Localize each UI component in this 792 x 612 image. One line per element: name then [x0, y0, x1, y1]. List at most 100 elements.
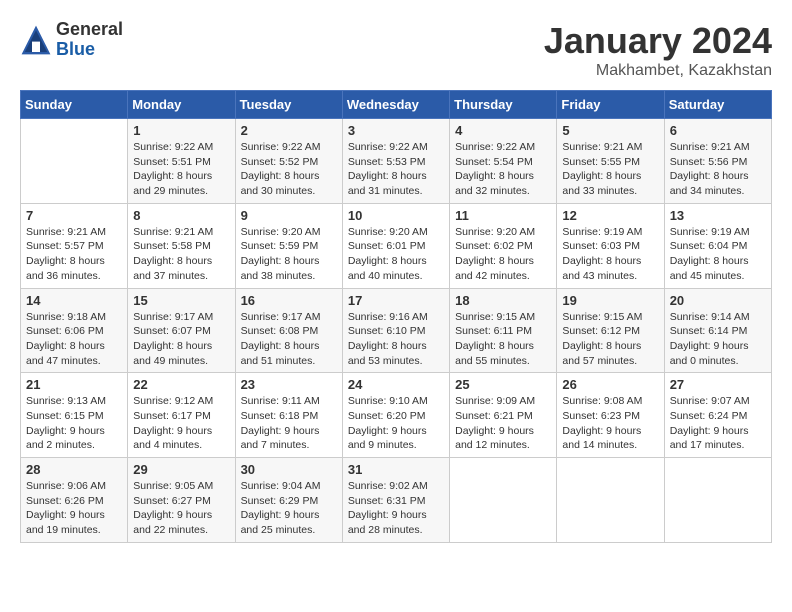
day-info: Sunrise: 9:11 AM Sunset: 6:18 PM Dayligh…: [241, 394, 337, 453]
day-cell: 17Sunrise: 9:16 AM Sunset: 6:10 PM Dayli…: [342, 288, 449, 373]
day-header-saturday: Saturday: [664, 91, 771, 119]
day-number: 21: [26, 377, 122, 392]
day-info: Sunrise: 9:21 AM Sunset: 5:57 PM Dayligh…: [26, 225, 122, 284]
day-header-tuesday: Tuesday: [235, 91, 342, 119]
day-info: Sunrise: 9:14 AM Sunset: 6:14 PM Dayligh…: [670, 310, 766, 369]
logo-icon: [20, 24, 52, 56]
week-row-1: 1 Sunrise: 9:22 AM Sunset: 5:51 PM Daylig…: [21, 119, 772, 204]
day-cell: 7 Sunrise: 9:21 AM Sunset: 5:57 PM Daylig…: [21, 203, 128, 288]
day-info: Sunrise: 9:04 AM Sunset: 6:29 PM Dayligh…: [241, 479, 337, 538]
day-info: Sunrise: 9:06 AM Sunset: 6:26 PM Dayligh…: [26, 479, 122, 538]
calendar-body: 1 Sunrise: 9:22 AM Sunset: 5:51 PM Daylig…: [21, 119, 772, 543]
day-number: 4: [455, 123, 551, 138]
day-number: 2: [241, 123, 337, 138]
day-cell: 21 Sunrise: 9:13 AM Sunset: 6:15 PM Dayli…: [21, 373, 128, 458]
day-info: Sunrise: 9:18 AM Sunset: 6:06 PM Dayligh…: [26, 310, 122, 369]
day-cell: 18 Sunrise: 9:15 AM Sunset: 6:11 PM Dayli…: [450, 288, 557, 373]
day-info: Sunrise: 9:17 AM Sunset: 6:08 PM Dayligh…: [241, 310, 337, 369]
day-number: 10: [348, 208, 444, 223]
day-number: 30: [241, 462, 337, 477]
day-cell: 10Sunrise: 9:20 AM Sunset: 6:01 PM Dayli…: [342, 203, 449, 288]
day-cell: 28 Sunrise: 9:06 AM Sunset: 6:26 PM Dayli…: [21, 458, 128, 543]
day-number: 14: [26, 293, 122, 308]
day-info: Sunrise: 9:08 AM Sunset: 6:23 PM Dayligh…: [562, 394, 658, 453]
day-cell: 25Sunrise: 9:09 AM Sunset: 6:21 PM Dayli…: [450, 373, 557, 458]
week-row-3: 14 Sunrise: 9:18 AM Sunset: 6:06 PM Dayli…: [21, 288, 772, 373]
day-cell: 8 Sunrise: 9:21 AM Sunset: 5:58 PM Daylig…: [128, 203, 235, 288]
day-cell: [21, 119, 128, 204]
calendar-title: January 2024: [544, 20, 772, 62]
day-info: Sunrise: 9:07 AM Sunset: 6:24 PM Dayligh…: [670, 394, 766, 453]
day-cell: 3Sunrise: 9:22 AM Sunset: 5:53 PM Daylig…: [342, 119, 449, 204]
day-number: 23: [241, 377, 337, 392]
day-number: 29: [133, 462, 229, 477]
day-number: 9: [241, 208, 337, 223]
day-cell: 30 Sunrise: 9:04 AM Sunset: 6:29 PM Dayli…: [235, 458, 342, 543]
day-info: Sunrise: 9:05 AM Sunset: 6:27 PM Dayligh…: [133, 479, 229, 538]
day-cell: [557, 458, 664, 543]
day-header-sunday: Sunday: [21, 91, 128, 119]
day-cell: 20Sunrise: 9:14 AM Sunset: 6:14 PM Dayli…: [664, 288, 771, 373]
day-info: Sunrise: 9:20 AM Sunset: 5:59 PM Dayligh…: [241, 225, 337, 284]
day-cell: [450, 458, 557, 543]
day-number: 7: [26, 208, 122, 223]
day-cell: 26Sunrise: 9:08 AM Sunset: 6:23 PM Dayli…: [557, 373, 664, 458]
day-info: Sunrise: 9:22 AM Sunset: 5:54 PM Dayligh…: [455, 140, 551, 199]
day-header-thursday: Thursday: [450, 91, 557, 119]
header: General Blue January 2024 Makhambet, Kaz…: [20, 20, 772, 80]
day-number: 18: [455, 293, 551, 308]
day-cell: 11Sunrise: 9:20 AM Sunset: 6:02 PM Dayli…: [450, 203, 557, 288]
logo-text: General Blue: [56, 20, 123, 60]
day-cell: 14 Sunrise: 9:18 AM Sunset: 6:06 PM Dayli…: [21, 288, 128, 373]
day-number: 12: [562, 208, 658, 223]
day-number: 5: [562, 123, 658, 138]
day-cell: [664, 458, 771, 543]
day-number: 15: [133, 293, 229, 308]
day-number: 31: [348, 462, 444, 477]
day-number: 27: [670, 377, 766, 392]
day-header-friday: Friday: [557, 91, 664, 119]
day-info: Sunrise: 9:21 AM Sunset: 5:58 PM Dayligh…: [133, 225, 229, 284]
day-header-monday: Monday: [128, 91, 235, 119]
day-cell: 23 Sunrise: 9:11 AM Sunset: 6:18 PM Dayli…: [235, 373, 342, 458]
day-cell: 29 Sunrise: 9:05 AM Sunset: 6:27 PM Dayli…: [128, 458, 235, 543]
day-header-wednesday: Wednesday: [342, 91, 449, 119]
day-number: 24: [348, 377, 444, 392]
calendar-subtitle: Makhambet, Kazakhstan: [544, 62, 772, 80]
day-cell: 4 Sunrise: 9:22 AM Sunset: 5:54 PM Daylig…: [450, 119, 557, 204]
day-info: Sunrise: 9:21 AM Sunset: 5:55 PM Dayligh…: [562, 140, 658, 199]
day-cell: 15 Sunrise: 9:17 AM Sunset: 6:07 PM Dayli…: [128, 288, 235, 373]
day-info: Sunrise: 9:13 AM Sunset: 6:15 PM Dayligh…: [26, 394, 122, 453]
day-cell: 27 Sunrise: 9:07 AM Sunset: 6:24 PM Dayli…: [664, 373, 771, 458]
day-cell: 9 Sunrise: 9:20 AM Sunset: 5:59 PM Daylig…: [235, 203, 342, 288]
day-cell: 22Sunrise: 9:12 AM Sunset: 6:17 PM Dayli…: [128, 373, 235, 458]
day-info: Sunrise: 9:15 AM Sunset: 6:11 PM Dayligh…: [455, 310, 551, 369]
day-cell: 1 Sunrise: 9:22 AM Sunset: 5:51 PM Daylig…: [128, 119, 235, 204]
logo-general-text: General: [56, 20, 123, 40]
logo: General Blue: [20, 20, 123, 60]
day-number: 8: [133, 208, 229, 223]
day-number: 3: [348, 123, 444, 138]
day-cell: 12 Sunrise: 9:19 AM Sunset: 6:03 PM Dayli…: [557, 203, 664, 288]
day-number: 6: [670, 123, 766, 138]
day-number: 28: [26, 462, 122, 477]
day-cell: 24Sunrise: 9:10 AM Sunset: 6:20 PM Dayli…: [342, 373, 449, 458]
day-cell: 13Sunrise: 9:19 AM Sunset: 6:04 PM Dayli…: [664, 203, 771, 288]
day-cell: 31 Sunrise: 9:02 AM Sunset: 6:31 PM Dayli…: [342, 458, 449, 543]
week-row-5: 28 Sunrise: 9:06 AM Sunset: 6:26 PM Dayli…: [21, 458, 772, 543]
calendar-header: SundayMondayTuesdayWednesdayThursdayFrid…: [21, 91, 772, 119]
day-number: 17: [348, 293, 444, 308]
day-info: Sunrise: 9:17 AM Sunset: 6:07 PM Dayligh…: [133, 310, 229, 369]
day-info: Sunrise: 9:19 AM Sunset: 6:03 PM Dayligh…: [562, 225, 658, 284]
day-number: 19: [562, 293, 658, 308]
calendar-table: SundayMondayTuesdayWednesdayThursdayFrid…: [20, 90, 772, 543]
day-info: Sunrise: 9:22 AM Sunset: 5:52 PM Dayligh…: [241, 140, 337, 199]
day-number: 1: [133, 123, 229, 138]
day-info: Sunrise: 9:19 AM Sunset: 6:04 PM Dayligh…: [670, 225, 766, 284]
title-area: January 2024 Makhambet, Kazakhstan: [544, 20, 772, 80]
header-row: SundayMondayTuesdayWednesdayThursdayFrid…: [21, 91, 772, 119]
day-number: 25: [455, 377, 551, 392]
day-info: Sunrise: 9:22 AM Sunset: 5:51 PM Dayligh…: [133, 140, 229, 199]
day-info: Sunrise: 9:20 AM Sunset: 6:02 PM Dayligh…: [455, 225, 551, 284]
day-info: Sunrise: 9:02 AM Sunset: 6:31 PM Dayligh…: [348, 479, 444, 538]
